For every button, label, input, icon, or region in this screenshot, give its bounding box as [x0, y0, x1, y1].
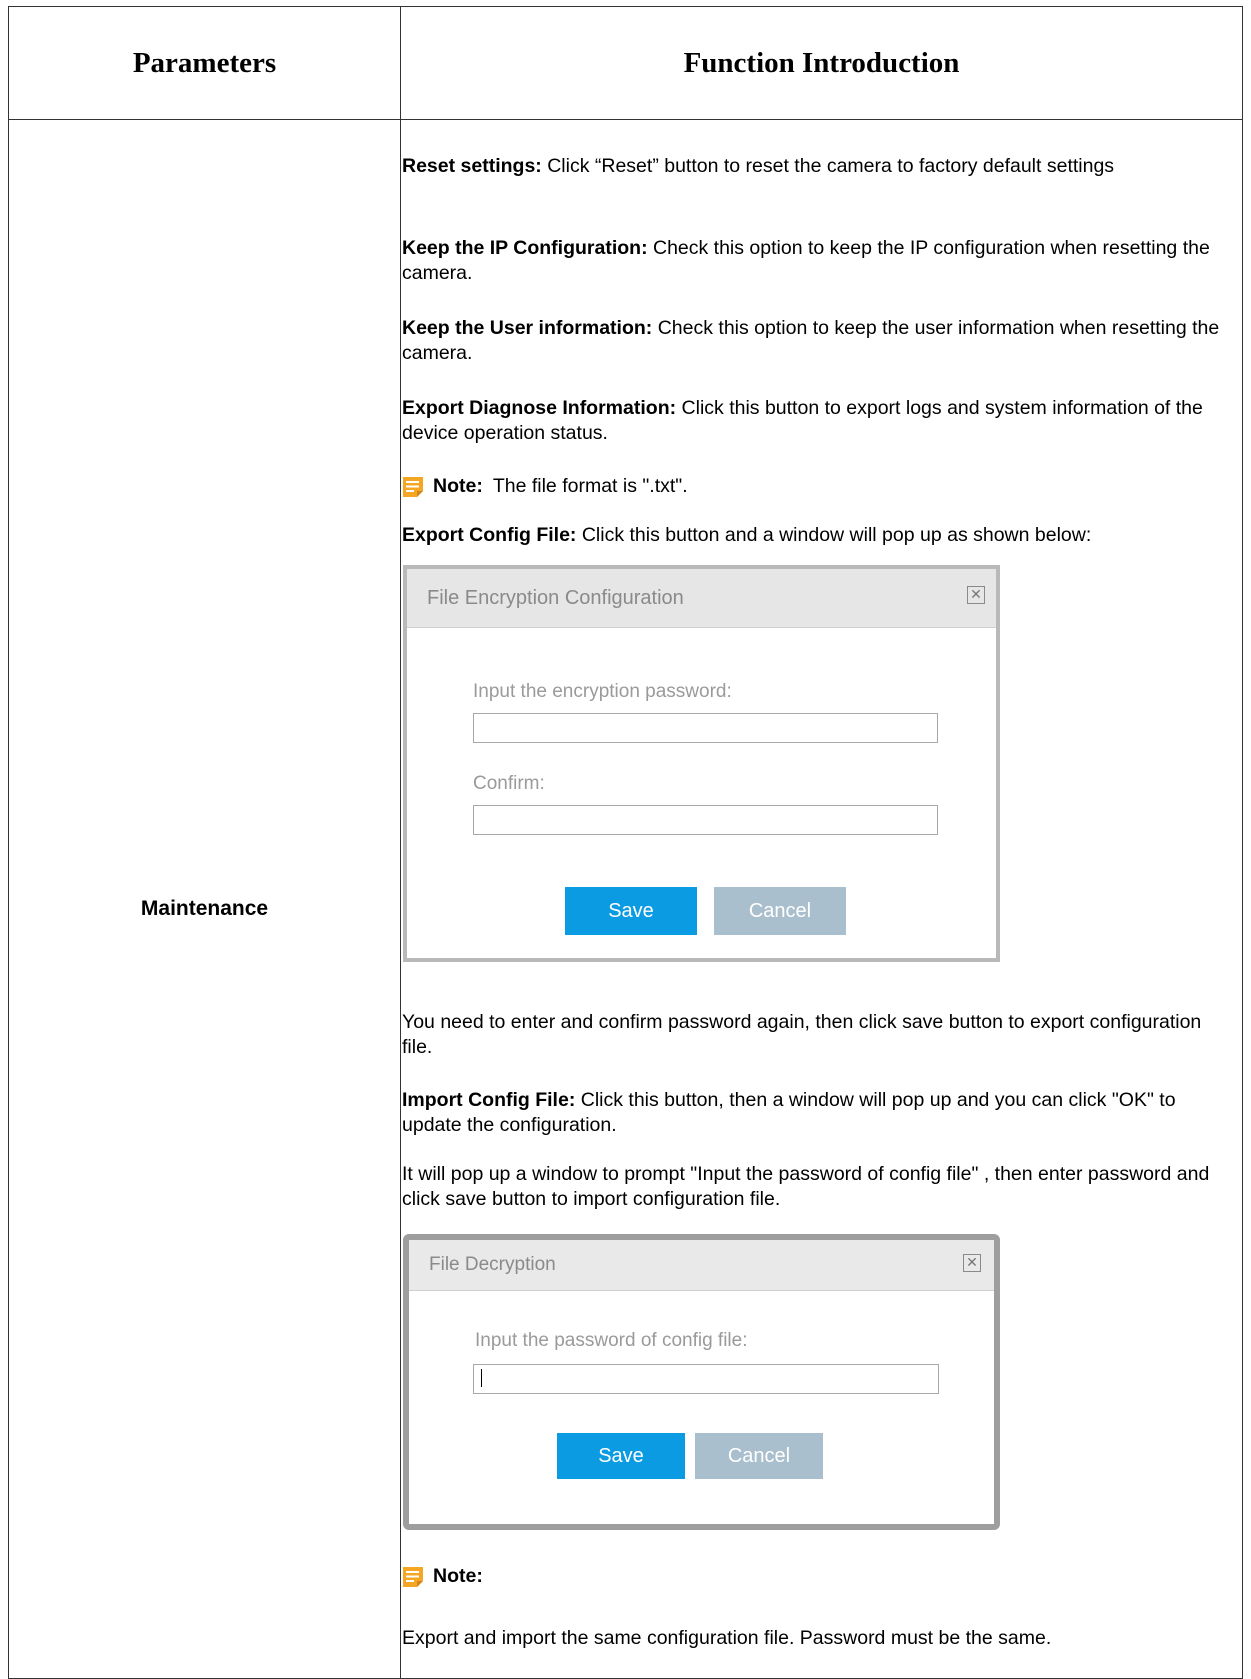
- note-password-text: Export and import the same configuration…: [402, 1627, 1052, 1649]
- parameter-name: Maintenance: [140, 897, 269, 920]
- config-password-label: Input the password of config file:: [475, 1330, 748, 1351]
- close-icon[interactable]: ✕: [967, 586, 985, 604]
- note-password: Note:: [402, 1564, 493, 1589]
- note-label: Note:: [433, 475, 483, 497]
- export-diagnose-paragraph: Export Diagnose Information: Click this …: [402, 396, 1232, 446]
- header-function-introduction: Function Introduction: [683, 46, 960, 79]
- dialog-title-bar: File Decryption ✕: [409, 1240, 994, 1291]
- dialog-title-bar: File Encryption Configuration ✕: [407, 569, 996, 628]
- note-file-format: Note: The file format is ".txt".: [402, 474, 688, 499]
- export-config-label: Export Config File:: [402, 524, 577, 546]
- dialog-title: File Decryption: [429, 1254, 556, 1275]
- file-encryption-dialog: File Encryption Configuration ✕ Input th…: [403, 565, 1000, 962]
- column-divider: [400, 7, 401, 1678]
- import-config-paragraph: Import Config File: Click this button, t…: [402, 1088, 1232, 1138]
- header-parameters: Parameters: [132, 46, 277, 79]
- encryption-password-input[interactable]: [473, 713, 938, 743]
- export-config-text: Click this button and a window will pop …: [576, 524, 1092, 546]
- cancel-button[interactable]: Cancel: [714, 887, 846, 935]
- after-export-paragraph: You need to enter and confirm password a…: [402, 1011, 1202, 1058]
- confirm-label: Confirm:: [473, 773, 545, 794]
- save-button[interactable]: Save: [557, 1433, 685, 1479]
- keep-user-paragraph: Keep the User information: Check this op…: [402, 316, 1232, 366]
- reset-settings-paragraph: Reset settings: Click “Reset” button to …: [402, 154, 1232, 179]
- file-decryption-dialog: File Decryption ✕ Input the password of …: [403, 1234, 1000, 1530]
- text-cursor: [481, 1369, 482, 1387]
- note-text: The file format is ".txt".: [492, 475, 688, 497]
- keep-user-label: Keep the User information:: [402, 317, 653, 339]
- export-diagnose-label: Export Diagnose Information:: [402, 397, 677, 419]
- note-icon: [403, 1566, 423, 1587]
- confirm-password-input[interactable]: [473, 805, 938, 835]
- import-config-label: Import Config File:: [402, 1089, 576, 1111]
- cancel-button[interactable]: Cancel: [695, 1433, 823, 1479]
- note-label: Note:: [433, 1565, 483, 1587]
- note-icon: [403, 476, 423, 497]
- close-icon[interactable]: ✕: [963, 1254, 981, 1272]
- export-config-paragraph: Export Config File: Click this button an…: [402, 523, 1232, 548]
- encryption-password-label: Input the encryption password:: [473, 681, 732, 702]
- reset-settings-text: Click “Reset” button to reset the camera…: [541, 155, 1115, 177]
- import-prompt-paragraph: It will pop up a window to prompt "Input…: [402, 1163, 1210, 1210]
- dialog-title: File Encryption Configuration: [427, 587, 684, 609]
- header-divider: [9, 119, 1242, 120]
- reset-settings-label: Reset settings:: [402, 155, 542, 177]
- config-password-input[interactable]: [473, 1364, 939, 1394]
- keep-ip-paragraph: Keep the IP Configuration: Check this op…: [402, 236, 1232, 286]
- keep-ip-label: Keep the IP Configuration:: [402, 237, 648, 259]
- config-password-field[interactable]: [473, 1364, 939, 1394]
- save-button[interactable]: Save: [565, 887, 697, 935]
